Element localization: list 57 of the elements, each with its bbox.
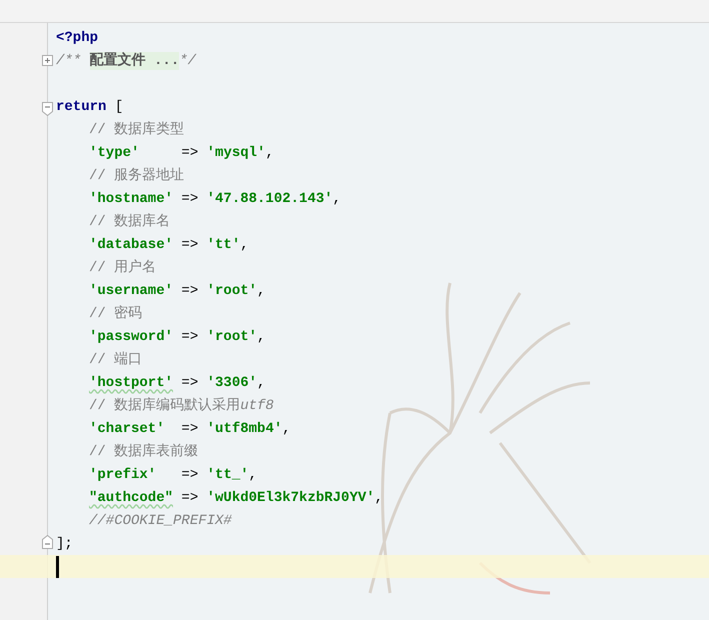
code-text: , [332, 190, 342, 208]
code-text: ]; [56, 534, 73, 552]
code-keyword: <?php [56, 28, 98, 46]
code-text: , [257, 328, 266, 346]
code-comment: // 数据库编码默认采用 [89, 396, 240, 414]
code-text: => [180, 282, 200, 300]
code-comment: // 服务器地址 [89, 166, 184, 184]
string-literal: 'tt_' [206, 466, 249, 484]
code-text: , [257, 282, 266, 300]
code-text: , [257, 374, 266, 392]
code-text: , [240, 236, 249, 254]
string-literal: 'wUkd0El3k7kzbRJ0YV' [206, 488, 375, 506]
code-text: => [180, 466, 200, 484]
string-literal: 'username' [89, 282, 174, 300]
string-literal: "authcode" [89, 488, 174, 506]
code-comment: // 密码 [89, 304, 142, 322]
doc-comment: */ [179, 52, 196, 70]
code-text: => [180, 420, 200, 438]
string-literal: 'database' [89, 236, 174, 254]
code-text: , [248, 466, 258, 484]
text-cursor [56, 556, 59, 578]
string-literal: '47.88.102.143' [206, 190, 333, 208]
code-comment: // 端口 [89, 350, 142, 368]
code-comment: // 数据库类型 [89, 120, 184, 138]
code-text: => [180, 374, 200, 392]
string-literal: 'root' [206, 282, 258, 300]
string-literal: 'mysql' [206, 144, 266, 162]
code-comment: // 数据库表前缀 [89, 442, 198, 460]
string-literal: 'tt' [206, 236, 240, 254]
string-literal: 'hostname' [89, 190, 174, 208]
code-text: => [180, 328, 200, 346]
code-text: [ [114, 98, 124, 116]
folded-text[interactable]: 配置文件 ... [90, 52, 180, 70]
code-text: , [282, 420, 291, 438]
code-comment: // 用户名 [89, 258, 156, 276]
string-literal: 'root' [206, 328, 258, 346]
code-text: => [180, 236, 200, 254]
code-text: => [180, 488, 200, 506]
doc-comment: utf8 [240, 396, 274, 414]
code-comment: // 数据库名 [89, 212, 170, 230]
string-literal: 'utf8mb4' [206, 420, 282, 438]
doc-comment: /** [56, 52, 82, 70]
code-text: , [374, 488, 384, 506]
code-text: => [180, 190, 200, 208]
doc-comment: //#COOKIE_PREFIX# [89, 512, 232, 530]
string-literal: '3306' [206, 374, 258, 392]
string-literal: 'hostport' [89, 374, 174, 392]
string-literal: 'charset' [89, 420, 165, 438]
collapse-icon[interactable] [42, 102, 53, 116]
collapse-icon[interactable] [42, 534, 53, 548]
code-text: , [265, 144, 274, 162]
code-text: => [180, 144, 200, 162]
code-keyword: return [56, 98, 106, 116]
string-literal: 'password' [89, 328, 174, 346]
string-literal: 'prefix' [89, 466, 156, 484]
string-literal: 'type' [89, 144, 140, 162]
expand-icon[interactable] [42, 55, 53, 66]
